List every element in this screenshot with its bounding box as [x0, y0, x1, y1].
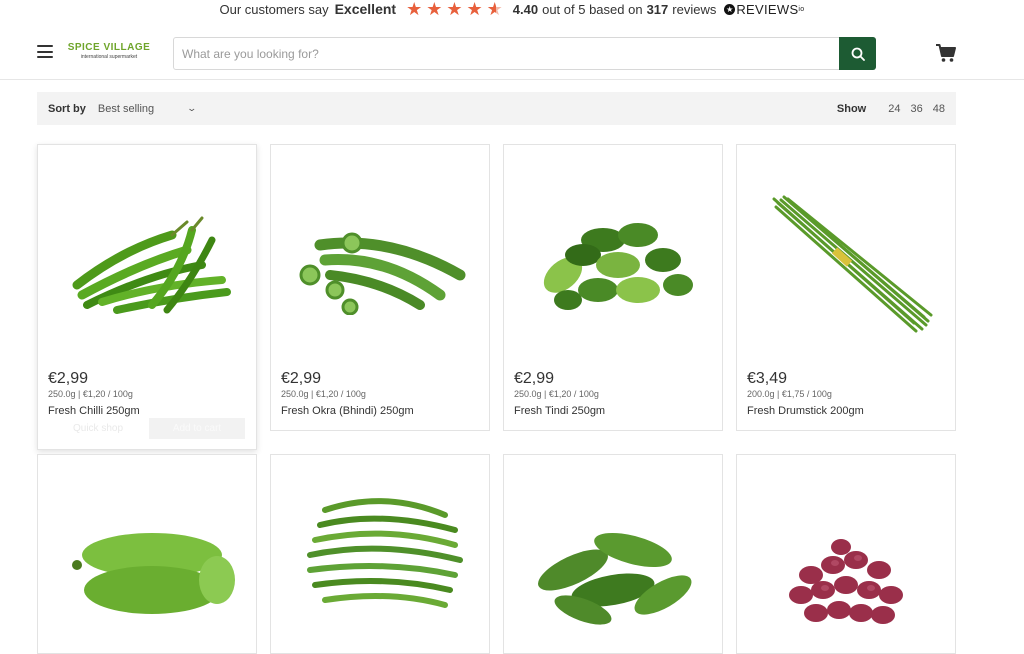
drumstick-image[interactable]	[737, 165, 955, 365]
product-unit-price: 250.0g | €1,20 / 100g	[281, 389, 366, 399]
product-card-bitter-gourd[interactable]	[503, 454, 723, 654]
reviews-prefix: Our customers say	[219, 1, 329, 17]
search-button[interactable]	[839, 37, 876, 70]
tindi-image[interactable]	[504, 165, 722, 365]
search-bar	[173, 37, 876, 70]
product-price: €2,99	[48, 370, 89, 387]
product-card-bottle-gourd[interactable]	[37, 454, 257, 654]
quick-shop-button[interactable]: Quick shop	[48, 418, 148, 439]
logo-name: SPICE VILLAGE	[67, 42, 151, 53]
cart-icon[interactable]	[935, 43, 957, 63]
star-rating: ★ ★ ★ ★ ★	[406, 0, 503, 19]
site-logo[interactable]: SPICE VILLAGE international supermarket	[61, 42, 157, 64]
review-count: 317	[646, 1, 669, 17]
product-card-green-beans[interactable]	[270, 454, 490, 654]
bitter-gourd-image[interactable]	[504, 510, 722, 640]
sort-value: Best selling	[97, 102, 155, 115]
rating-out-of: out of 5 based on	[542, 1, 643, 17]
product-card-tindi[interactable]: €2,99 250.0g | €1,20 / 100g Fresh Tindi …	[503, 144, 723, 431]
bottle-gourd-image[interactable]	[38, 515, 256, 635]
search-icon	[851, 47, 865, 61]
show-option-48[interactable]: 48	[933, 103, 945, 115]
half-star-icon: ★	[486, 0, 503, 19]
reviews-io-logo[interactable]: ★ REVIEWS io	[724, 2, 804, 17]
star-icon: ★	[446, 0, 463, 19]
sort-label: Sort by	[48, 102, 86, 115]
hamburger-icon[interactable]	[37, 45, 53, 58]
product-card-okra[interactable]: €2,99 250.0g | €1,20 / 100g Fresh Okra (…	[270, 144, 490, 431]
product-title[interactable]: Fresh Okra (Bhindi) 250gm	[281, 405, 414, 417]
rating-value: 4.40	[512, 1, 539, 17]
reviews-bar: Our customers say Excellent ★ ★ ★ ★ ★ 4.…	[0, 0, 1024, 18]
star-icon: ★	[466, 0, 483, 19]
show-option-24[interactable]: 24	[888, 103, 900, 115]
product-unit-price: 250.0g | €1,20 / 100g	[514, 389, 599, 399]
sort-toolbar: Sort by Best selling ⌄ Show 24 36 48	[37, 92, 956, 125]
chevron-down-icon: ⌄	[186, 103, 198, 113]
show-label: Show	[836, 102, 867, 115]
logo-tagline: international supermarket	[80, 54, 138, 60]
okra-image[interactable]	[271, 165, 489, 365]
product-price: €2,99	[281, 370, 322, 387]
product-price: €2,99	[514, 370, 555, 387]
site-header: SPICE VILLAGE international supermarket	[0, 18, 1024, 80]
chilli-image[interactable]	[38, 165, 256, 365]
product-card-shallots[interactable]	[736, 454, 956, 654]
product-unit-price: 250.0g | €1,20 / 100g	[48, 389, 133, 399]
product-card-drumstick[interactable]: €3,49 200.0g | €1,75 / 100g Fresh Drumst…	[736, 144, 956, 431]
reviews-brand: REVIEWS	[736, 1, 799, 17]
show-option-36[interactable]: 36	[911, 103, 923, 115]
product-price: €3,49	[747, 370, 788, 387]
star-icon: ★	[426, 0, 443, 19]
product-unit-price: 200.0g | €1,75 / 100g	[747, 389, 832, 399]
rating-word: Excellent	[334, 1, 397, 17]
reviews-brand-suffix: io	[798, 5, 805, 13]
product-title[interactable]: Fresh Chilli 250gm	[48, 405, 140, 417]
sort-select[interactable]: Best selling ⌄	[97, 102, 198, 115]
shallots-image[interactable]	[737, 515, 955, 645]
reviews-star-icon: ★	[724, 3, 736, 15]
product-title[interactable]: Fresh Tindi 250gm	[514, 405, 605, 417]
green-beans-image[interactable]	[271, 485, 489, 625]
product-title[interactable]: Fresh Drumstick 200gm	[747, 405, 864, 417]
add-to-cart-button[interactable]: Add to cart	[149, 418, 245, 439]
search-input[interactable]	[174, 38, 839, 69]
product-card-chilli[interactable]: €2,99 250.0g | €1,20 / 100g Fresh Chilli…	[37, 144, 257, 450]
reviews-word: reviews	[672, 1, 717, 17]
star-icon: ★	[406, 0, 423, 19]
